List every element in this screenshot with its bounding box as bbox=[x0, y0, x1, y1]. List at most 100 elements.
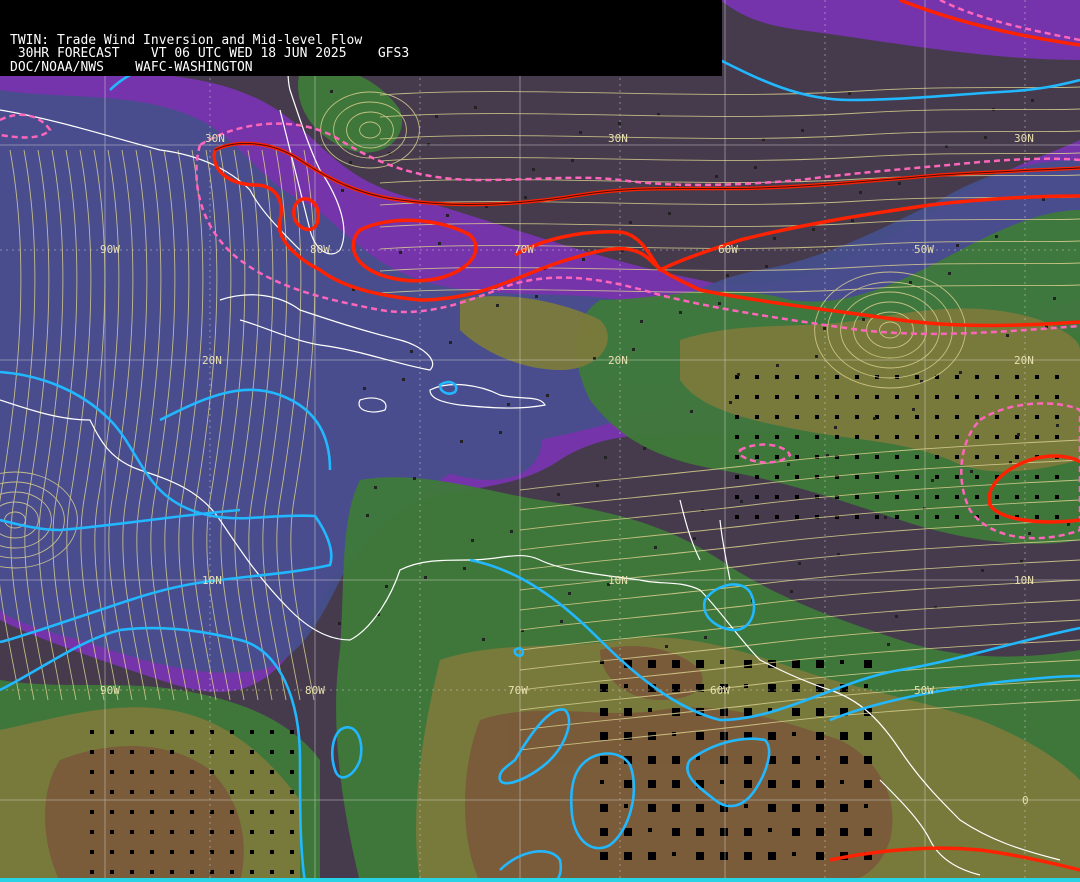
stipple-dot bbox=[593, 357, 596, 360]
stipple-square bbox=[270, 850, 274, 854]
stipple-square bbox=[795, 515, 799, 519]
stipple-square bbox=[875, 435, 879, 439]
stipple-dot bbox=[1028, 532, 1031, 535]
stipple-square bbox=[150, 810, 154, 814]
stipple-square bbox=[170, 750, 174, 754]
stipple-dot bbox=[568, 592, 571, 595]
stipple-square bbox=[875, 455, 879, 459]
stipple-dot bbox=[945, 145, 948, 148]
stipple-square bbox=[775, 495, 779, 499]
stipple-square bbox=[190, 830, 194, 834]
stipple-square bbox=[935, 495, 939, 499]
stipple-square bbox=[864, 732, 872, 740]
stipple-square bbox=[840, 732, 848, 740]
lat-label-10n-a: 10N bbox=[202, 574, 222, 587]
stipple-square bbox=[975, 475, 979, 479]
stipple-dot bbox=[410, 350, 413, 353]
stipple-square bbox=[720, 828, 728, 836]
stipple-square bbox=[975, 495, 979, 499]
stipple-dot bbox=[909, 281, 912, 284]
stipple-square bbox=[110, 830, 114, 834]
stipple-square bbox=[290, 810, 294, 814]
stipple-square bbox=[270, 790, 274, 794]
stipple-square bbox=[744, 852, 752, 860]
stipple-square bbox=[835, 415, 839, 419]
stipple-square bbox=[995, 455, 999, 459]
stipple-square bbox=[915, 415, 919, 419]
stipple-square bbox=[210, 810, 214, 814]
stipple-square bbox=[768, 852, 776, 860]
stipple-square bbox=[840, 828, 848, 836]
stipple-dot bbox=[338, 622, 341, 625]
stipple-square bbox=[735, 495, 739, 499]
stipple-square bbox=[895, 435, 899, 439]
lon-label-70w-a: 70W bbox=[514, 243, 534, 256]
stipple-square bbox=[624, 828, 632, 836]
stipple-square bbox=[955, 415, 959, 419]
stipple-square bbox=[720, 780, 724, 784]
stipple-square bbox=[290, 850, 294, 854]
stipple-dot bbox=[532, 168, 535, 171]
stipple-square bbox=[768, 828, 772, 832]
stipple-dot bbox=[604, 456, 607, 459]
stipple-square bbox=[975, 375, 979, 379]
stipple-square bbox=[170, 830, 174, 834]
stipple-dot bbox=[374, 486, 377, 489]
stipple-dot bbox=[1017, 433, 1020, 436]
lat-label-10n-b: 10N bbox=[608, 574, 628, 587]
stipple-square bbox=[815, 495, 819, 499]
stipple-square bbox=[230, 730, 234, 734]
stipple-square bbox=[90, 870, 94, 874]
stipple-square bbox=[955, 475, 959, 479]
stipple-square bbox=[955, 375, 959, 379]
stipple-dot bbox=[446, 214, 449, 217]
stipple-square bbox=[816, 756, 820, 760]
stipple-square bbox=[210, 850, 214, 854]
stipple-dot bbox=[931, 479, 934, 482]
stipple-square bbox=[1015, 495, 1019, 499]
stipple-square bbox=[290, 730, 294, 734]
stipple-square bbox=[720, 732, 728, 740]
stipple-dot bbox=[474, 106, 477, 109]
stipple-square bbox=[720, 660, 724, 664]
stipple-square bbox=[792, 804, 800, 812]
stipple-square bbox=[170, 730, 174, 734]
stipple-dot bbox=[884, 516, 887, 519]
stipple-dot bbox=[1056, 424, 1059, 427]
stipple-square bbox=[915, 375, 919, 379]
stipple-square bbox=[170, 810, 174, 814]
stipple-square bbox=[864, 684, 868, 688]
stipple-square bbox=[130, 850, 134, 854]
stipple-square bbox=[624, 852, 632, 860]
stipple-square bbox=[696, 660, 704, 668]
stipple-square bbox=[816, 780, 824, 788]
stipple-square bbox=[915, 475, 919, 479]
lat-label-30n-c: 30N bbox=[1014, 132, 1034, 145]
stipple-dot bbox=[1067, 523, 1070, 526]
stipple-square bbox=[775, 375, 779, 379]
stipple-dot bbox=[679, 311, 682, 314]
stipple-square bbox=[150, 730, 154, 734]
stipple-square bbox=[672, 708, 680, 716]
stipple-square bbox=[1035, 475, 1039, 479]
stipple-square bbox=[795, 375, 799, 379]
stipple-square bbox=[816, 852, 824, 860]
stipple-square bbox=[130, 750, 134, 754]
stipple-square bbox=[995, 375, 999, 379]
stipple-dot bbox=[496, 304, 499, 307]
stipple-square bbox=[1055, 515, 1059, 519]
stipple-square bbox=[1055, 435, 1059, 439]
stipple-square bbox=[648, 804, 656, 812]
stipple-square bbox=[1035, 375, 1039, 379]
stipple-square bbox=[90, 790, 94, 794]
stipple-square bbox=[1055, 475, 1059, 479]
stipple-dot bbox=[948, 272, 951, 275]
stipple-square bbox=[835, 395, 839, 399]
stipple-square bbox=[600, 852, 608, 860]
stipple-square bbox=[190, 870, 194, 874]
stipple-square bbox=[600, 756, 608, 764]
stipple-dot bbox=[873, 417, 876, 420]
lon-label-80w-a: 80W bbox=[310, 243, 330, 256]
stipple-square bbox=[864, 804, 868, 808]
stipple-square bbox=[915, 395, 919, 399]
